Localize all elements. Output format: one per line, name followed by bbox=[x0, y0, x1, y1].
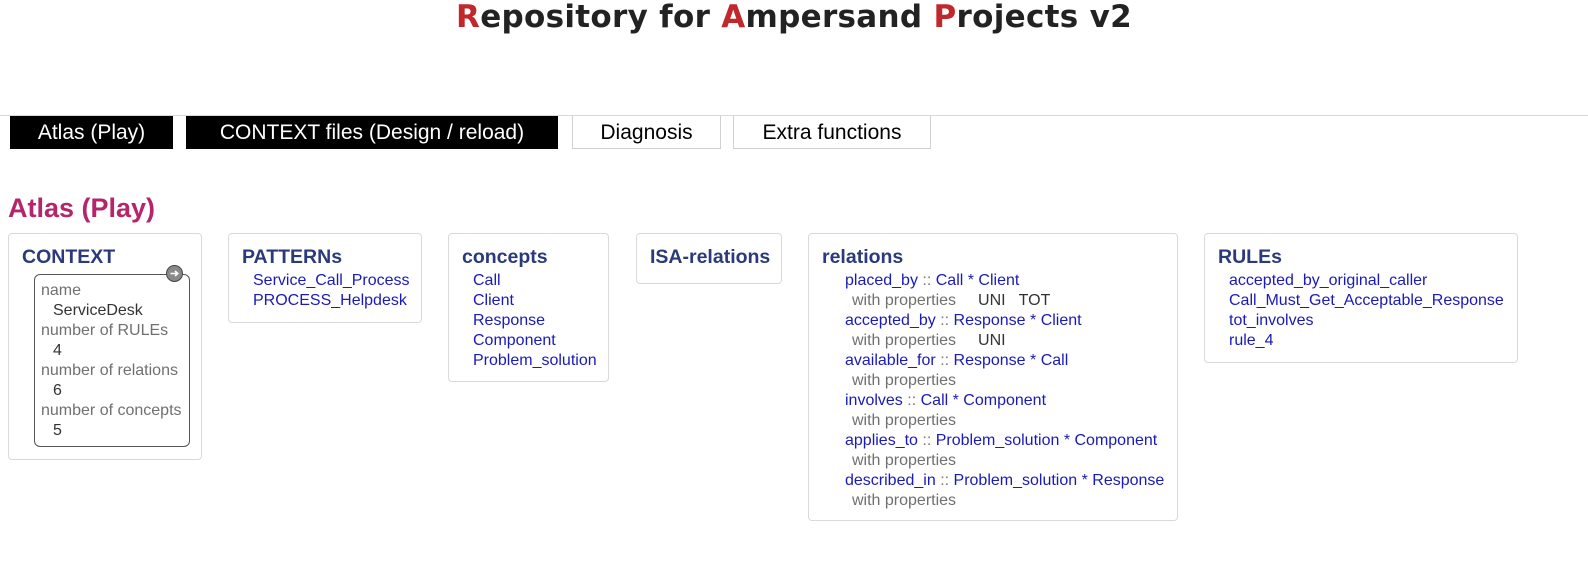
relation-signature: Call * Client bbox=[935, 272, 1020, 289]
relation-separator: :: bbox=[907, 392, 917, 409]
concepts-card: concepts Call Client Response Component … bbox=[448, 233, 609, 382]
relation-name[interactable]: described_in bbox=[845, 472, 936, 489]
relation-separator: :: bbox=[940, 472, 950, 489]
relation-signature: Call * Component bbox=[920, 392, 1047, 409]
concept-link[interactable]: Response bbox=[473, 311, 545, 331]
isa-relations-card-title: ISA-relations bbox=[650, 246, 771, 268]
relation-separator: :: bbox=[922, 432, 932, 449]
context-relations-value: 6 bbox=[53, 382, 62, 399]
relation-properties: with properties bbox=[852, 412, 957, 429]
context-card: CONTEXT name ServiceDesk number of RULEs… bbox=[8, 233, 202, 460]
rule-link[interactable]: tot_involves bbox=[1229, 311, 1314, 331]
relation-properties: with properties bbox=[852, 492, 957, 509]
context-rules-label: number of RULEs bbox=[41, 322, 169, 339]
relation-properties: with properties UNI bbox=[852, 332, 1006, 349]
app-title: Repository for Ampersand Projects v2 bbox=[456, 0, 1132, 35]
relation-separator: :: bbox=[940, 312, 950, 329]
relation-properties: with properties bbox=[852, 372, 957, 389]
relation-item[interactable]: placed_by :: Call * Client bbox=[845, 271, 1019, 291]
context-concepts-value: 5 bbox=[53, 422, 62, 439]
rule-link[interactable]: accepted_by_original_caller bbox=[1229, 271, 1427, 291]
relation-separator: :: bbox=[922, 272, 932, 289]
relation-name[interactable]: applies_to bbox=[845, 432, 918, 449]
rule-link[interactable]: Call_Must_Get_Acceptable_Response bbox=[1229, 291, 1504, 311]
context-rules-value: 4 bbox=[53, 342, 62, 359]
rule-link[interactable]: rule_4 bbox=[1229, 331, 1273, 351]
relation-properties: with properties UNI TOT bbox=[852, 292, 1051, 309]
tab-diagnosis[interactable]: Diagnosis bbox=[572, 116, 721, 149]
concept-link[interactable]: Component bbox=[473, 331, 556, 351]
relation-item[interactable]: available_for :: Response * Call bbox=[845, 351, 1068, 371]
tab-context-files[interactable]: CONTEXT files (Design / reload) bbox=[186, 116, 558, 149]
relation-signature: Response * Call bbox=[953, 352, 1069, 369]
tab-extra-functions[interactable]: Extra functions bbox=[733, 116, 931, 149]
relation-name[interactable]: placed_by bbox=[845, 272, 918, 289]
relation-signature: Problem_solution * Component bbox=[935, 432, 1158, 449]
arrow-right-icon bbox=[170, 270, 180, 277]
relations-card-title: relations bbox=[822, 246, 904, 268]
relation-item[interactable]: described_in :: Problem_solution * Respo… bbox=[845, 471, 1164, 491]
relation-item[interactable]: applies_to :: Problem_solution * Compone… bbox=[845, 431, 1157, 451]
context-details-box: name ServiceDesk number of RULEs 4 numbe… bbox=[34, 274, 190, 447]
tab-atlas[interactable]: Atlas (Play) bbox=[10, 116, 173, 149]
concept-link[interactable]: Client bbox=[473, 291, 514, 311]
pattern-link[interactable]: Service_Call_Process bbox=[253, 271, 410, 291]
relation-separator: :: bbox=[940, 352, 950, 369]
rules-card: RULEs accepted_by_original_caller Call_M… bbox=[1204, 233, 1518, 363]
patterns-card: PATTERNs Service_Call_Process PROCESS_He… bbox=[228, 233, 422, 323]
relation-properties: with properties bbox=[852, 452, 957, 469]
page-title: Atlas (Play) bbox=[8, 193, 156, 223]
relation-name[interactable]: available_for bbox=[845, 352, 936, 369]
concept-link[interactable]: Call bbox=[473, 271, 501, 291]
context-card-title: CONTEXT bbox=[22, 246, 116, 268]
relation-properties-value: UNI TOT bbox=[978, 292, 1051, 309]
isa-relations-card: ISA-relations bbox=[636, 233, 782, 284]
concept-link[interactable]: Problem_solution bbox=[473, 351, 597, 371]
pattern-link[interactable]: PROCESS_Helpdesk bbox=[253, 291, 407, 311]
context-concepts-label: number of concepts bbox=[41, 402, 182, 419]
relation-name[interactable]: accepted_by bbox=[845, 312, 936, 329]
context-name-value: ServiceDesk bbox=[53, 302, 143, 319]
relation-properties-value: UNI bbox=[978, 332, 1006, 349]
relations-card: relations placed_by :: Call * Client wit… bbox=[808, 233, 1178, 521]
rules-card-title: RULEs bbox=[1218, 246, 1282, 268]
context-relations-label: number of relations bbox=[41, 362, 178, 379]
expand-icon[interactable] bbox=[166, 265, 183, 282]
relation-item[interactable]: accepted_by :: Response * Client bbox=[845, 311, 1082, 331]
relation-name[interactable]: involves bbox=[845, 392, 903, 409]
relation-item[interactable]: involves :: Call * Component bbox=[845, 391, 1046, 411]
relation-signature: Problem_solution * Response bbox=[953, 472, 1165, 489]
relation-signature: Response * Client bbox=[953, 312, 1082, 329]
context-name-label: name bbox=[41, 282, 82, 299]
concepts-card-title: concepts bbox=[462, 246, 548, 268]
patterns-card-title: PATTERNs bbox=[242, 246, 343, 268]
